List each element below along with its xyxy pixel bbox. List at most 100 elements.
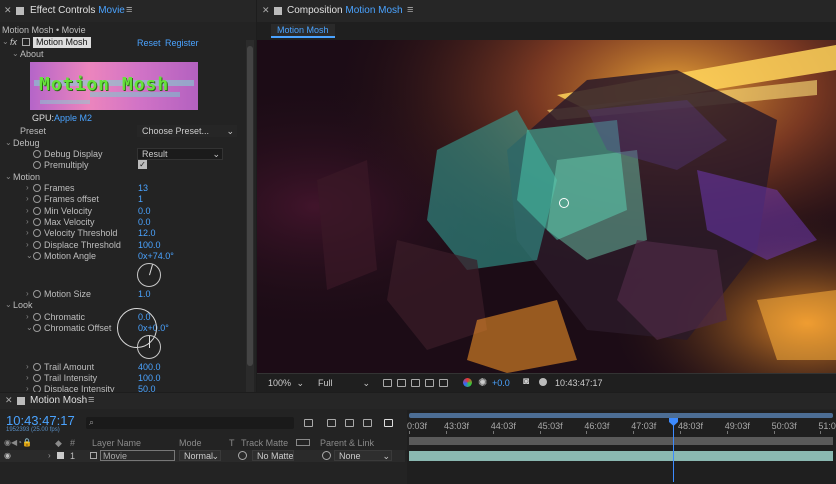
chromatic-offset-dial[interactable] (137, 335, 161, 359)
stopwatch-icon[interactable] (33, 229, 41, 238)
look-group[interactable]: ⌄ Look (0, 300, 244, 311)
param-value[interactable]: 13 (138, 183, 148, 193)
stopwatch-icon[interactable] (33, 290, 41, 298)
comp-mini-flowchart-icon[interactable] (304, 419, 313, 427)
t-header: T (229, 438, 235, 448)
layer-row[interactable]: ◉ › 1 Movie Normal ⌄ No Matte None ⌄ (0, 450, 405, 462)
motion-angle-dial[interactable] (137, 263, 161, 287)
fx-badge-icon[interactable]: fx (10, 37, 17, 47)
draft-3d-icon[interactable] (327, 419, 336, 427)
preset-dropdown[interactable]: Choose Preset... ⌄ (137, 125, 237, 137)
timeline-frame-info: 1952393 (25.00 fps) (6, 427, 60, 433)
graph-editor-icon[interactable] (384, 419, 393, 427)
panel-lock-icon[interactable] (274, 7, 282, 15)
timeline-track-area[interactable]: 0:03f 43:03f 44:03f 45:03f 46:03f 47:03f 48:03… (407, 410, 836, 484)
trail-amount-value[interactable]: 400.0 (138, 362, 161, 372)
show-snapshot-icon[interactable] (539, 378, 547, 386)
stopwatch-icon[interactable] (33, 195, 41, 204)
exposure-icon[interactable]: ✺ (478, 376, 487, 389)
transparency-grid-icon[interactable] (397, 379, 406, 387)
preserve-transparency-icon[interactable] (238, 451, 247, 460)
panel-menu-icon[interactable]: ≡ (407, 4, 413, 16)
register-link[interactable]: Register (165, 38, 199, 48)
work-area-bar[interactable] (409, 413, 833, 418)
stopwatch-icon[interactable] (33, 240, 41, 249)
tab-motion-mosh[interactable]: Motion Mosh (271, 24, 335, 38)
search-icon: ⌕ (89, 417, 95, 427)
resolution-dropdown[interactable]: Full ⌄ (313, 377, 373, 389)
stopwatch-icon[interactable] (33, 324, 41, 332)
effect-controls-panel: ✕ Effect Controls Movie ≡ Motion Mosh • … (0, 0, 256, 392)
displace-intensity-value[interactable]: 50.0 (138, 384, 156, 392)
panel-menu-icon[interactable]: ≡ (126, 4, 132, 16)
stopwatch-icon[interactable] (33, 150, 41, 158)
current-time-readout[interactable]: 10:43:47:17 (555, 378, 603, 388)
ruler-tick (773, 431, 775, 434)
zoom-dropdown[interactable]: 100% ⌄ (263, 377, 307, 389)
motion-group[interactable]: ⌄ Motion (0, 172, 244, 183)
guides-icon[interactable] (425, 379, 434, 387)
reset-link[interactable]: Reset (137, 38, 161, 48)
expand-layer-icon[interactable]: › (48, 451, 51, 460)
stopwatch-icon[interactable] (33, 363, 41, 371)
about-group[interactable]: ⌄ About (0, 49, 244, 60)
footage-icon (90, 452, 97, 459)
label-color-swatch[interactable] (57, 452, 64, 459)
stopwatch-icon[interactable] (33, 374, 41, 382)
effect-controls-title: Effect Controls Movie (30, 5, 125, 16)
layer-name-header[interactable]: Layer Name (92, 438, 141, 448)
param-value[interactable]: 0.0 (138, 217, 151, 227)
composition-viewer[interactable] (257, 40, 836, 373)
motion-size-value[interactable]: 1.0 (138, 289, 151, 299)
playhead[interactable] (669, 418, 678, 482)
layer-search-input[interactable]: ⌕ (86, 417, 294, 429)
track-matte-dropdown[interactable]: No Matte (252, 450, 294, 461)
ruler-tick (633, 431, 635, 434)
debug-display-dropdown[interactable]: Result ⌄ (137, 148, 223, 160)
panel-menu-square-icon[interactable] (16, 7, 24, 15)
color-channels-icon[interactable] (463, 378, 472, 387)
label-icon: ◆ (55, 438, 62, 448)
region-of-interest-icon[interactable] (383, 379, 392, 387)
time-ruler[interactable]: 0:03f 43:03f 44:03f 45:03f 46:03f 47:03f 48:03… (407, 420, 836, 434)
stopwatch-icon[interactable] (33, 313, 41, 321)
stopwatch-icon[interactable] (33, 161, 41, 169)
param-value[interactable]: 0.0 (138, 206, 151, 216)
layer-duration-bar[interactable] (409, 451, 833, 461)
panel-menu-icon[interactable]: ≡ (88, 394, 94, 406)
shy-layers-icon[interactable] (345, 419, 354, 427)
mask-visibility-icon[interactable] (411, 379, 420, 387)
close-icon[interactable]: ✕ (5, 395, 13, 406)
pick-whip-icon[interactable] (322, 451, 331, 460)
premultiply-checkbox[interactable]: ✓ (138, 160, 147, 169)
parent-dropdown[interactable]: None ⌄ (334, 450, 392, 461)
param-value[interactable]: 100.0 (138, 240, 161, 250)
stopwatch-icon[interactable] (33, 252, 41, 260)
ruler-tick-label: 49:03f (724, 421, 750, 431)
grid-icon[interactable] (439, 379, 448, 387)
motion-angle-value[interactable]: 0x+74.0° (138, 251, 174, 261)
stopwatch-icon[interactable] (33, 217, 41, 226)
layer-name[interactable]: Movie (100, 450, 175, 461)
param-value[interactable]: 12.0 (138, 228, 156, 238)
video-visibility-icon[interactable]: ◉ (4, 451, 11, 460)
close-icon[interactable]: ✕ (262, 5, 270, 16)
effect-controls-scrollbar[interactable] (246, 40, 254, 392)
exposure-value[interactable]: +0.0 (492, 378, 510, 388)
close-icon[interactable]: ✕ (4, 5, 12, 16)
snapshot-camera-icon[interactable]: ◙ (523, 376, 529, 387)
anchor-point-crosshair-icon[interactable] (559, 198, 569, 208)
stopwatch-icon[interactable] (33, 385, 41, 392)
trail-intensity-value[interactable]: 100.0 (138, 373, 161, 383)
effect-row[interactable]: ⌄ fx Motion Mosh Reset Register (0, 37, 246, 48)
timeline-timecode[interactable]: 10:43:47:17 (6, 413, 75, 428)
frame-blending-icon[interactable] (363, 419, 372, 427)
effect-name[interactable]: Motion Mosh (33, 37, 91, 48)
panel-lock-icon[interactable] (17, 397, 25, 405)
param-value[interactable]: 1 (138, 194, 143, 204)
premultiply-row: Premultiply ✓ (0, 160, 244, 171)
timeline-tab[interactable]: Motion Mosh (30, 395, 87, 406)
blend-mode-dropdown[interactable]: Normal ⌄ (179, 450, 221, 461)
stopwatch-icon[interactable] (33, 184, 41, 192)
stopwatch-icon[interactable] (33, 206, 41, 215)
